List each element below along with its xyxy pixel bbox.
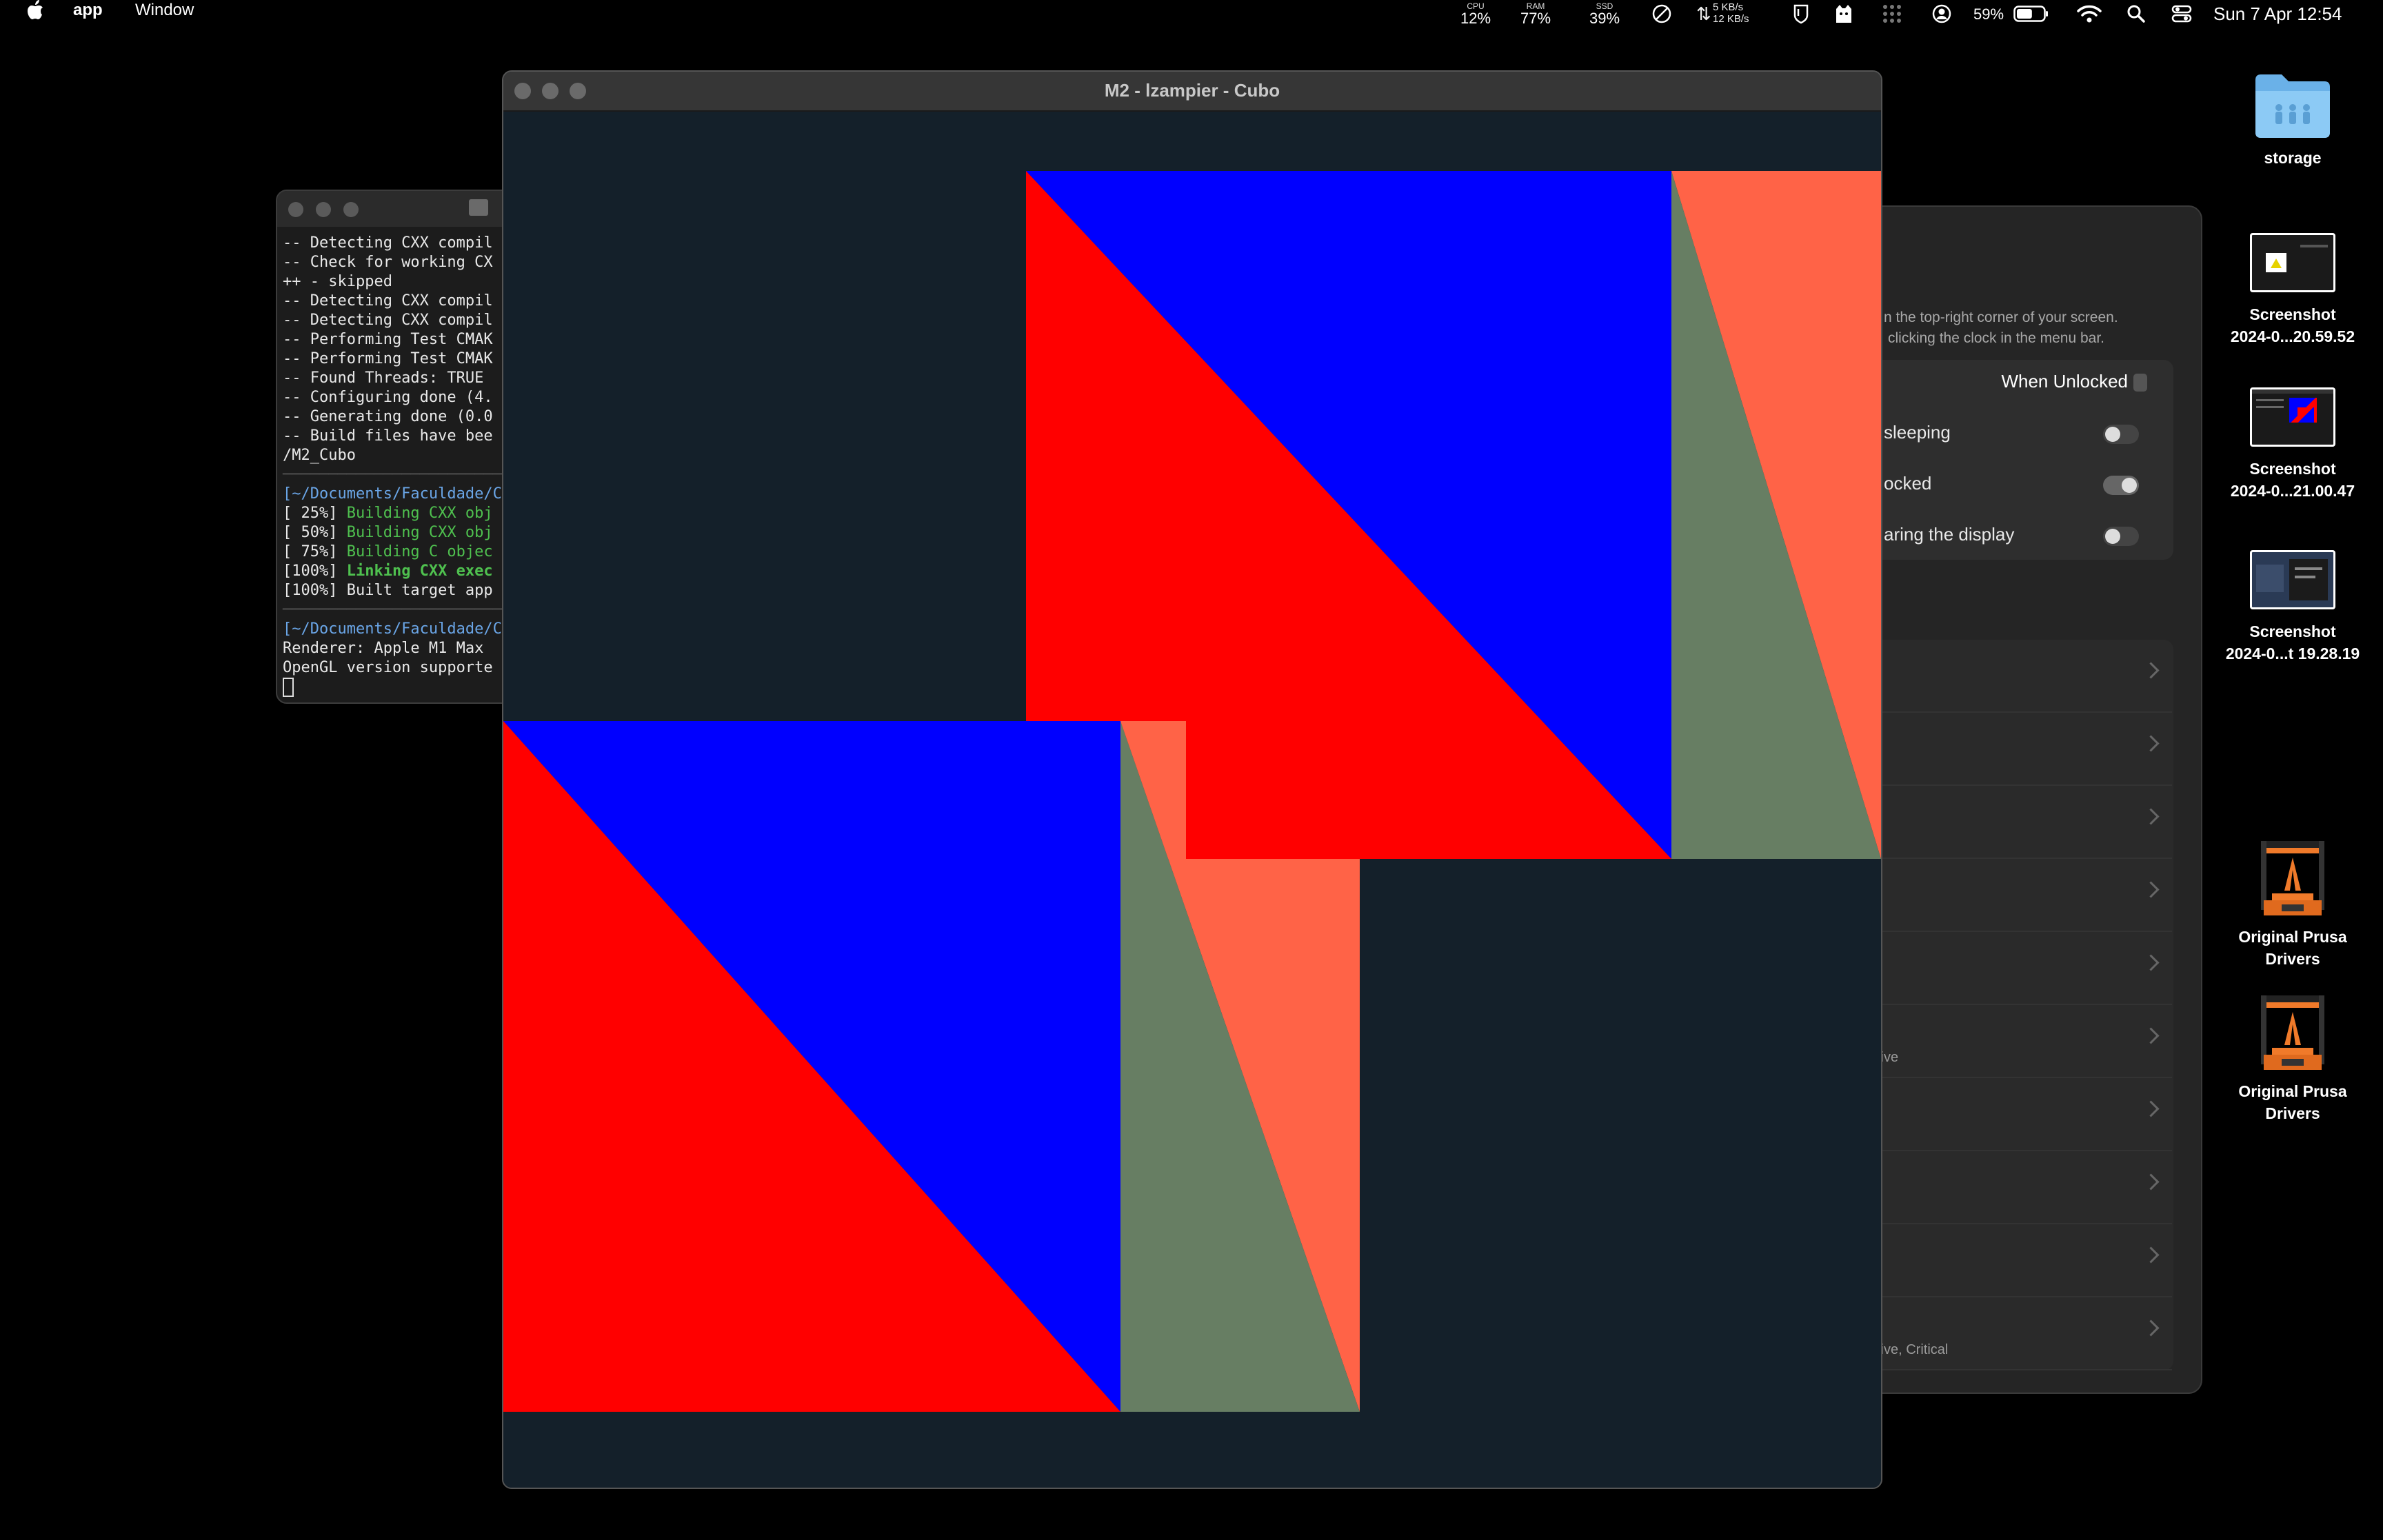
chevron-right-icon <box>2142 662 2160 679</box>
chevron-right-icon <box>2142 881 2160 898</box>
app-notification-subtitle: tive, Critical <box>1877 1342 1949 1357</box>
stepper-icon <box>2133 374 2147 392</box>
cpu-stat[interactable]: CPU 12% <box>1451 1 1500 26</box>
desktop-item-prusa-drivers-2[interactable]: Original Prusa Drivers <box>2217 991 2369 1124</box>
network-stat[interactable]: ⇅ 5 KB/s 12 KB/s <box>1696 1 1749 25</box>
gl-window-titlebar[interactable]: M2 - lzampier - Cubo <box>503 72 1881 112</box>
chevron-right-icon <box>2142 1027 2160 1044</box>
desktop-item-sublabel: Drivers <box>2265 1104 2320 1122</box>
desktop-item-storage[interactable]: storage <box>2217 68 2369 169</box>
opengl-window[interactable]: M2 - lzampier - Cubo <box>502 70 1882 1489</box>
app-notification-row[interactable] <box>1863 640 2172 713</box>
desktop-item-sublabel: 2024-0...t 19.28.19 <box>2225 645 2360 662</box>
apple-logo-icon[interactable] <box>26 0 44 32</box>
desktop-item-label: Original Prusa <box>2238 1082 2347 1100</box>
chevron-right-icon <box>2142 954 2160 971</box>
sharing-display-toggle[interactable] <box>2103 527 2139 546</box>
cpu-value: 12% <box>1460 10 1491 27</box>
app-notification-row[interactable] <box>1863 786 2172 859</box>
menu-app-name[interactable]: app <box>73 0 103 32</box>
screenshot-thumbnail <box>2250 233 2335 292</box>
when-unlocked-select[interactable]: When Unlocked <box>2001 371 2147 392</box>
do-not-disturb-icon[interactable] <box>1648 0 1676 28</box>
settings-desc-line1: n the top-right corner of your screen. <box>1884 310 2118 325</box>
settings-options-group: When Unlocked sleeping ocked aring the d… <box>1863 360 2173 560</box>
desktop-item-screenshot-2[interactable]: Screenshot 2024-0...21.00.47 <box>2217 387 2369 502</box>
toggle-row-locked[interactable]: ocked <box>1863 460 2160 509</box>
app-notification-row[interactable] <box>1863 713 2172 786</box>
battery-icon[interactable] <box>2012 0 2051 28</box>
terminal-close-button[interactable] <box>288 202 303 217</box>
desktop-item-sublabel: 2024-0...21.00.47 <box>2230 482 2355 500</box>
desktop-item-label: Original Prusa <box>2238 928 2347 946</box>
app-notification-row[interactable] <box>1863 859 2172 932</box>
desktop-item-label: Screenshot <box>2249 622 2336 640</box>
folder-icon <box>2255 74 2330 138</box>
settings-window[interactable]: n the top-right corner of your screen. c… <box>1862 205 2202 1394</box>
battery-percent: 59% <box>1973 6 2004 23</box>
chevron-right-icon <box>2142 1319 2160 1337</box>
settings-description: n the top-right corner of your screen. c… <box>1884 307 2118 349</box>
ram-stat[interactable]: RAM 77% <box>1511 1 1560 26</box>
menu-window[interactable]: Window <box>135 0 194 32</box>
desktop-item-label: Screenshot <box>2249 305 2336 323</box>
app-notification-row[interactable]: tive, Critical <box>1863 1297 2172 1370</box>
cat-icon[interactable] <box>1830 0 1858 28</box>
locked-toggle[interactable] <box>2103 476 2139 495</box>
search-icon[interactable] <box>2122 0 2150 28</box>
app-notification-row[interactable]: tive <box>1863 1005 2172 1078</box>
app-notification-row[interactable] <box>1863 1078 2172 1151</box>
terminal-zoom-button[interactable] <box>343 202 359 217</box>
desktop-item-screenshot-1[interactable]: Screenshot 2024-0...20.59.52 <box>2217 233 2369 347</box>
desktop-item-sublabel: Drivers <box>2265 950 2320 968</box>
user-icon[interactable] <box>1928 0 1955 28</box>
folder-icon <box>469 199 488 216</box>
settings-desc-line2: clicking the clock in the menu bar. <box>1888 330 2104 346</box>
ram-value: 77% <box>1520 10 1551 27</box>
opengl-viewport[interactable] <box>503 112 1881 1488</box>
app-notification-row[interactable] <box>1863 1224 2172 1297</box>
control-center-icon[interactable] <box>2168 0 2195 28</box>
ssd-stat[interactable]: SSD 39% <box>1580 1 1629 26</box>
chevron-right-icon <box>2142 808 2160 825</box>
gl-window-title: M2 - lzampier - Cubo <box>1104 80 1280 101</box>
desktop-item-prusa-drivers-1[interactable]: Original Prusa Drivers <box>2217 837 2369 970</box>
grid-icon[interactable] <box>1878 0 1906 28</box>
app-notification-row[interactable] <box>1863 1151 2172 1224</box>
screenshot-thumbnail <box>2250 550 2335 609</box>
printer-icon <box>2261 841 2324 915</box>
ssd-value: 39% <box>1589 10 1620 27</box>
app-notification-row[interactable] <box>1863 932 2172 1005</box>
menu-bar: app Window CPU 12% RAM 77% SSD 39% ⇅ 5 K… <box>0 0 2383 32</box>
desktop-item-label: Screenshot <box>2249 460 2336 478</box>
toggle-label-sleeping: sleeping <box>1884 422 1951 443</box>
printer-icon <box>2261 995 2324 1070</box>
chevron-right-icon <box>2142 1246 2160 1264</box>
desktop-item-sublabel: 2024-0...20.59.52 <box>2230 327 2355 345</box>
desktop-item-label: storage <box>2264 149 2322 167</box>
sleeping-toggle[interactable] <box>2103 425 2139 444</box>
chevron-right-icon <box>2142 735 2160 752</box>
network-up: 5 KB/s <box>1713 1 1744 13</box>
app-notifications-list: tive tive, Critical <box>1863 640 2173 1370</box>
toggle-row-sharing-display[interactable]: aring the display <box>1863 511 2160 560</box>
network-down: 12 KB/s <box>1713 13 1749 25</box>
when-unlocked-row[interactable]: When Unlocked <box>1863 360 2160 408</box>
desktop-item-screenshot-3[interactable]: Screenshot 2024-0...t 19.28.19 <box>2217 550 2369 665</box>
screenshot-thumbnail <box>2250 387 2335 447</box>
chevron-right-icon <box>2142 1100 2160 1117</box>
network-arrows-icon: ⇅ <box>1696 3 1711 24</box>
toggle-label-locked: ocked <box>1884 473 1932 494</box>
chevron-right-icon <box>2142 1173 2160 1191</box>
terminal-minimize-button[interactable] <box>316 202 331 217</box>
wifi-icon[interactable] <box>2074 0 2104 28</box>
toggle-row-sleeping[interactable]: sleeping <box>1863 409 2160 458</box>
shield-icon[interactable] <box>1787 0 1815 28</box>
menubar-clock[interactable]: Sun 7 Apr 12:54 <box>2213 3 2342 25</box>
toggle-label-sharing-display: aring the display <box>1884 524 2015 545</box>
when-unlocked-value: When Unlocked <box>2001 371 2128 392</box>
